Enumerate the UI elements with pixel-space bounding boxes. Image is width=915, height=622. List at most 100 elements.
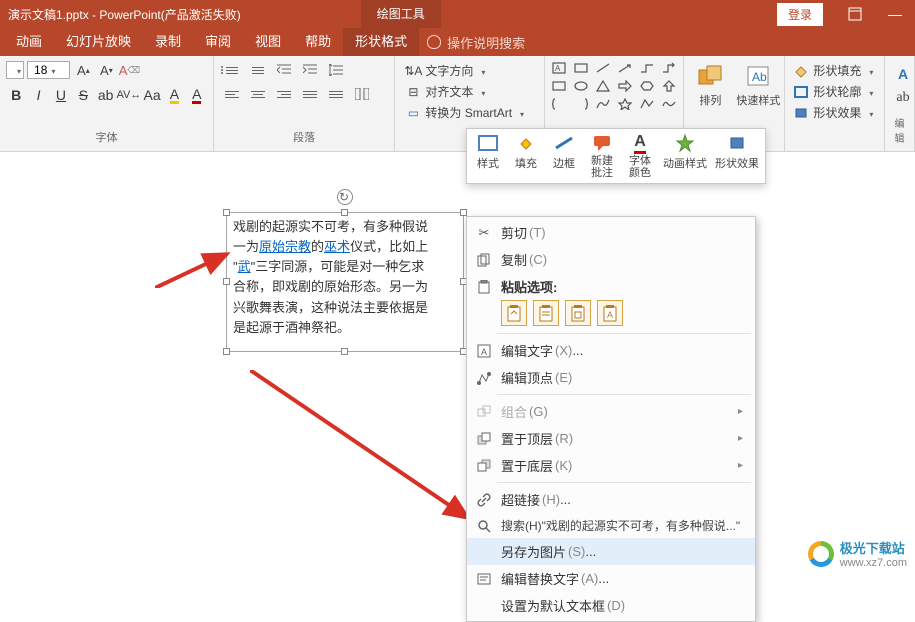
shape-arrow-line-icon[interactable] [615, 60, 635, 76]
ctx-bring-front[interactable]: 置于顶层(R)▸ [467, 425, 755, 452]
resize-handle[interactable] [341, 348, 348, 355]
shape-oval-icon[interactable] [571, 78, 591, 94]
shape-curve-icon[interactable] [593, 96, 613, 112]
clear-format-button[interactable]: A⌫ [119, 60, 139, 80]
ctx-hyperlink[interactable]: 超链接(H)... [467, 486, 755, 513]
text-direction-button[interactable]: ⇅A文字方向 [401, 60, 537, 81]
italic-button[interactable]: I [28, 84, 48, 106]
arrange-button[interactable]: 排列 [686, 58, 734, 112]
resize-handle[interactable] [223, 348, 230, 355]
shape-elbow-icon[interactable] [659, 60, 679, 76]
bold-button[interactable]: B [6, 84, 26, 106]
ctx-alt-text[interactable]: 编辑替换文字(A)... [467, 565, 755, 592]
mini-font-color-button[interactable]: A字体 颜色 [621, 131, 659, 181]
line-spacing-button[interactable] [324, 60, 348, 80]
ctx-search[interactable]: 搜索(H)"戏剧的起源实不可考，有多种假说..." [467, 513, 755, 538]
scissors-icon: ✂ [475, 224, 493, 242]
underline-button[interactable]: U [51, 84, 71, 106]
tab-record[interactable]: 录制 [143, 28, 193, 56]
wordart-icon[interactable]: A [898, 66, 908, 82]
shape-effects-button[interactable]: 形状效果 [791, 102, 878, 123]
char-spacing-button[interactable]: AV↔ [118, 84, 140, 106]
font-size-dropdown[interactable]: 18 [27, 61, 70, 79]
paste-opt-text[interactable]: A [597, 300, 623, 326]
font-color-button[interactable]: A [187, 84, 207, 106]
shape-arrow-up-icon[interactable] [659, 78, 679, 94]
shape-freeform-icon[interactable] [637, 96, 657, 112]
tab-slideshow[interactable]: 幻灯片放映 [54, 28, 143, 56]
bullets-button[interactable] [220, 60, 244, 80]
ctx-copy[interactable]: 复制(C) [467, 246, 755, 273]
shape-arrow-right-icon[interactable] [615, 78, 635, 94]
resize-handle[interactable] [341, 209, 348, 216]
resize-handle[interactable] [223, 278, 230, 285]
justify-button[interactable] [298, 84, 322, 104]
shape-connector-icon[interactable] [637, 60, 657, 76]
distribute-button[interactable] [324, 84, 348, 104]
quick-styles-button[interactable]: Ab 快速样式 [734, 58, 782, 112]
shadow-button[interactable]: ab [96, 84, 116, 106]
tab-view[interactable]: 视图 [243, 28, 293, 56]
align-right-button[interactable] [272, 84, 296, 104]
mini-fill-button[interactable]: 填充 [507, 131, 545, 181]
paste-opt-pic[interactable] [565, 300, 591, 326]
tab-help[interactable]: 帮助 [293, 28, 343, 56]
numbering-button[interactable] [246, 60, 270, 80]
paste-opt-theme[interactable] [501, 300, 527, 326]
mini-outline-button[interactable]: 边框 [545, 131, 583, 181]
indent-increase-button[interactable] [298, 60, 322, 80]
tab-shape-format[interactable]: 形状格式 [343, 28, 419, 56]
ctx-edit-text[interactable]: A 编辑文字(X)... [467, 337, 755, 364]
align-left-button[interactable] [220, 84, 244, 104]
paste-opt-keep[interactable] [533, 300, 559, 326]
shape-hexagon-icon[interactable] [637, 78, 657, 94]
strike-button[interactable]: S [73, 84, 93, 106]
shape-triangle-icon[interactable] [593, 78, 613, 94]
align-text-button[interactable]: ⊟对齐文本 [401, 81, 537, 102]
shape-outline-button[interactable]: 形状轮廓 [791, 81, 878, 102]
resize-handle[interactable] [223, 209, 230, 216]
mini-style-button[interactable]: 样式 [469, 131, 507, 181]
hyperlink-text[interactable]: 武 [238, 259, 251, 274]
replace-icon[interactable]: ab [896, 90, 909, 106]
minimize-button[interactable]: — [875, 0, 915, 28]
shape-line-icon[interactable] [593, 60, 613, 76]
resize-handle[interactable] [460, 209, 467, 216]
indent-decrease-button[interactable] [272, 60, 296, 80]
tab-animation[interactable]: 动画 [4, 28, 54, 56]
shape-star-icon[interactable] [615, 96, 635, 112]
shape-brace2-icon[interactable] [571, 96, 591, 112]
align-center-button[interactable] [246, 84, 270, 104]
ctx-set-default[interactable]: 设置为默认文本框(D) [467, 592, 755, 619]
rotate-handle[interactable] [337, 189, 353, 205]
ctx-edit-points[interactable]: 编辑顶点(E) [467, 364, 755, 391]
shape-scribble-icon[interactable] [659, 96, 679, 112]
decrease-font-button[interactable]: A▾ [96, 60, 116, 80]
convert-smartart-button[interactable]: ▭转换为 SmartArt [401, 102, 537, 123]
ctx-send-back[interactable]: 置于底层(K)▸ [467, 452, 755, 479]
font-family-dropdown[interactable] [6, 61, 24, 79]
hyperlink-text[interactable]: 原始宗教 [259, 239, 311, 254]
search-icon [475, 517, 493, 535]
change-case-button[interactable]: Aa [142, 84, 162, 106]
hyperlink-text[interactable]: 巫术 [324, 239, 350, 254]
shape-brace-icon[interactable] [549, 96, 569, 112]
shape-rect2-icon[interactable] [549, 78, 569, 94]
ribbon-options-button[interactable] [835, 0, 875, 28]
link-icon [475, 491, 493, 509]
ctx-save-as-picture[interactable]: 另存为图片(S)... [467, 538, 755, 565]
login-button[interactable]: 登录 [777, 3, 823, 26]
shape-textbox-icon[interactable]: A [549, 60, 569, 76]
shape-fill-button[interactable]: 形状填充 [791, 60, 878, 81]
ctx-cut[interactable]: ✂ 剪切(T) [467, 219, 755, 246]
increase-font-button[interactable]: A▴ [73, 60, 93, 80]
shape-rect-icon[interactable] [571, 60, 591, 76]
text-box[interactable]: 戏剧的起源实不可考，有多种假说 一为原始宗教的巫术仪式，比如上 "武"三字同源，… [226, 212, 464, 352]
mini-anim-button[interactable]: 动画样式 [659, 131, 711, 181]
tab-review[interactable]: 审阅 [193, 28, 243, 56]
columns-button[interactable] [350, 84, 374, 104]
highlight-button[interactable]: A [164, 84, 184, 106]
mini-effect-button[interactable]: 形状效果 [711, 131, 763, 181]
mini-comment-button[interactable]: 新建 批注 [583, 131, 621, 181]
tell-me-search[interactable]: 操作说明搜索 [427, 33, 525, 52]
